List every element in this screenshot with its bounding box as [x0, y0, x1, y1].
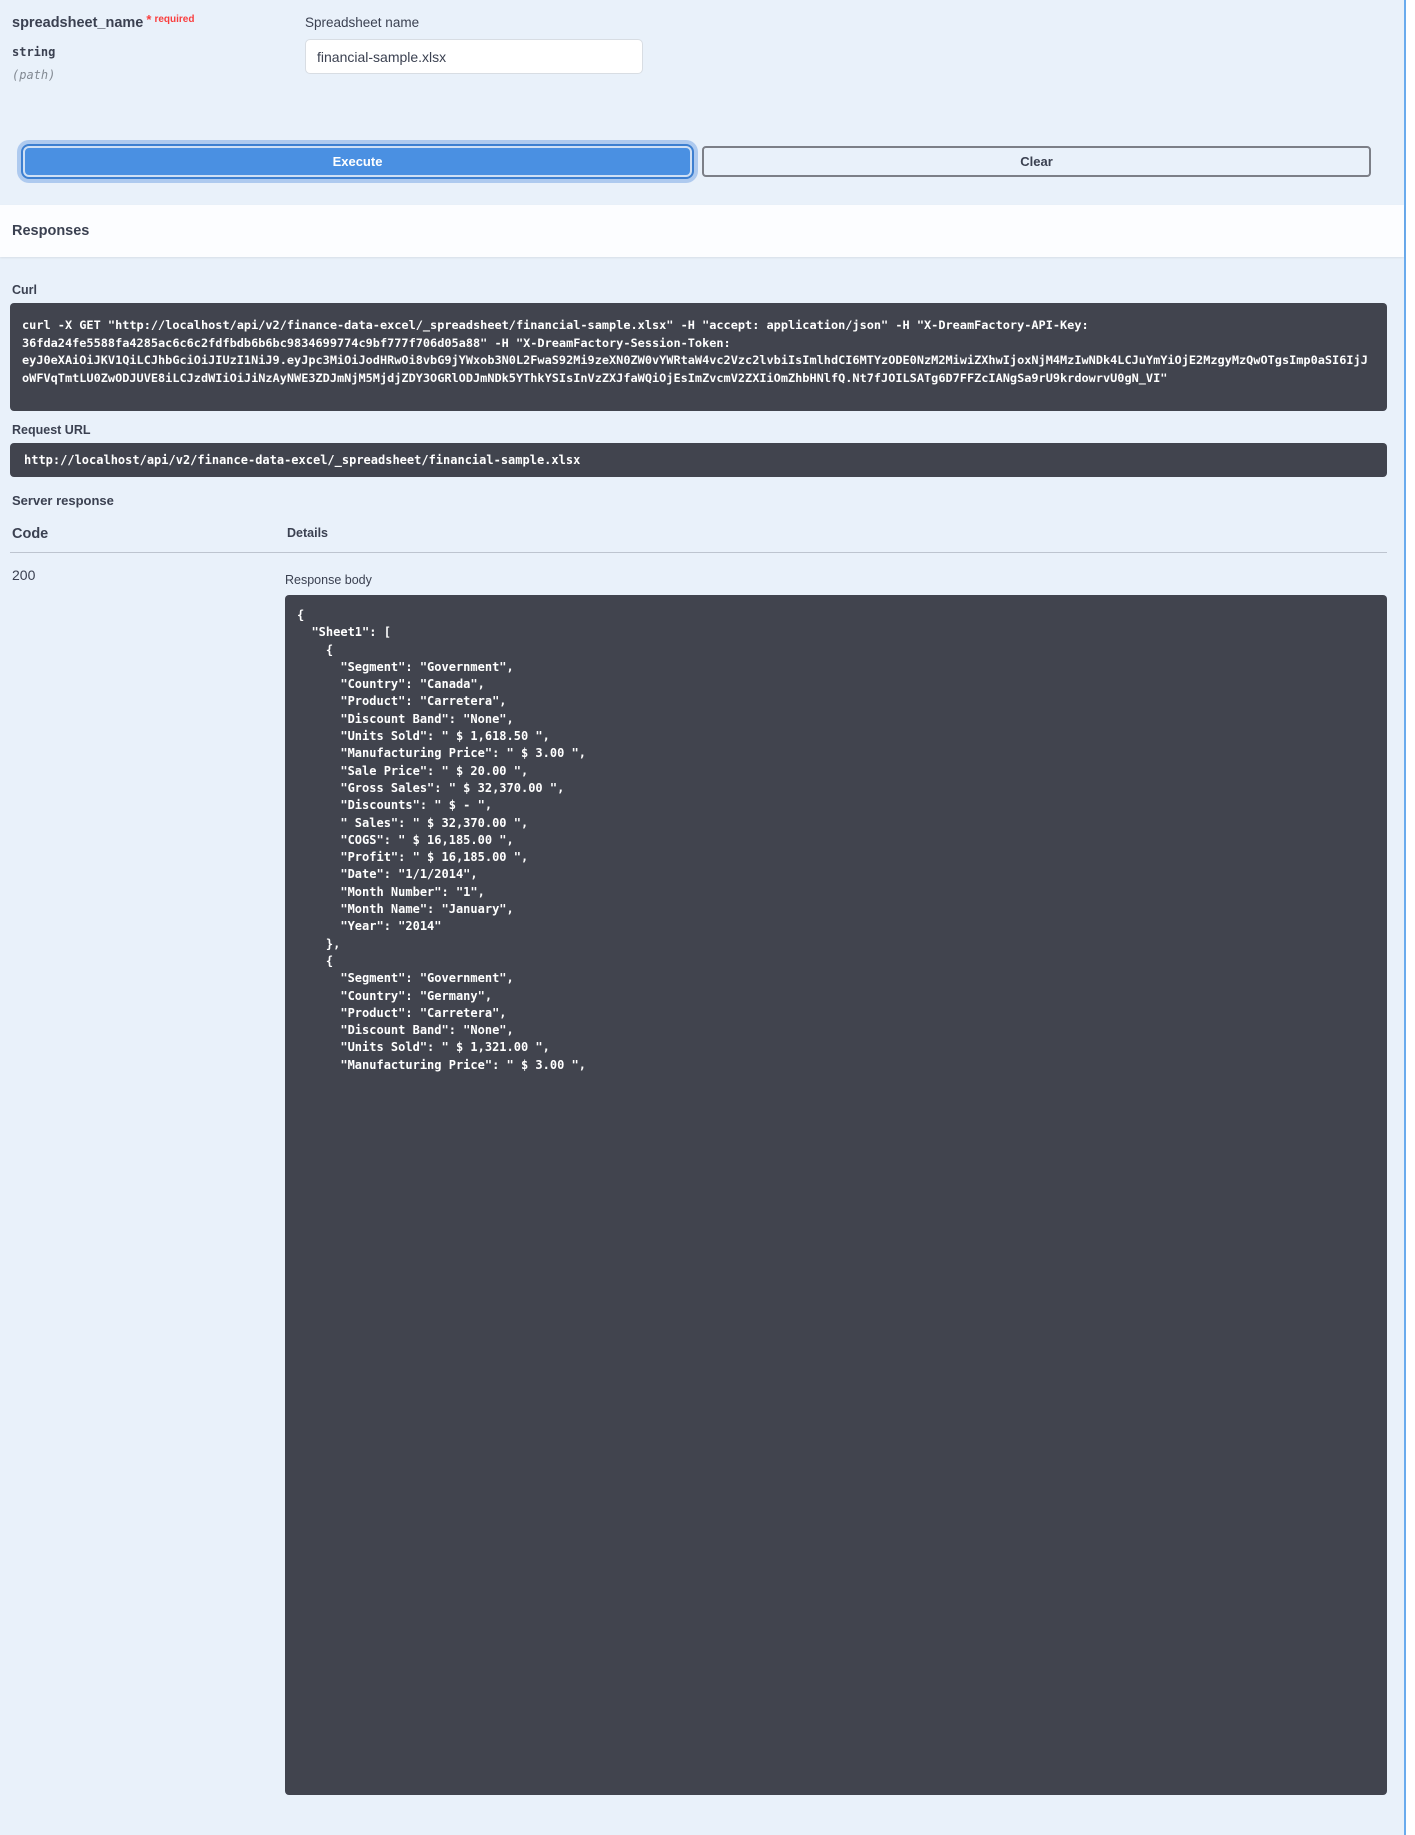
responses-title: Responses	[12, 223, 89, 239]
response-details-cell: Response body { "Sheet1": [ { "Segment":…	[285, 567, 1387, 1795]
parameter-location: (path)	[12, 68, 305, 82]
required-label: required	[154, 14, 194, 25]
response-body-json: { "Sheet1": [ { "Segment": "Government",…	[285, 595, 1387, 1795]
parameter-name-line: spreadsheet_name*required	[12, 14, 305, 32]
server-response-label: Server response	[12, 493, 1387, 508]
response-table-header: Code Details	[10, 526, 1387, 553]
parameter-name: spreadsheet_name	[12, 15, 143, 31]
spreadsheet-name-input[interactable]	[305, 39, 643, 74]
curl-label: Curl	[12, 283, 1387, 297]
details-column-header: Details	[287, 526, 1387, 542]
clear-button[interactable]: Clear	[702, 146, 1371, 177]
responses-body: Curl curl -X GET "http://localhost/api/v…	[0, 283, 1404, 1835]
server-response-table: Code Details 200 Response body { "Sheet1…	[10, 526, 1387, 1795]
parameter-meta: spreadsheet_name*required string (path)	[12, 14, 305, 82]
required-star: *	[146, 12, 151, 27]
request-url-label: Request URL	[12, 423, 1387, 437]
parameters-section: spreadsheet_name*required string (path) …	[0, 0, 1404, 82]
parameter-type: string	[12, 45, 305, 59]
parameter-description-cell: Spreadsheet name	[305, 14, 643, 82]
parameter-description: Spreadsheet name	[305, 15, 643, 30]
status-code: 200	[10, 567, 285, 1795]
curl-command-block: curl -X GET "http://localhost/api/v2/fin…	[10, 303, 1387, 411]
response-body-label: Response body	[285, 573, 1387, 587]
execute-wrapper: Execute Clear	[23, 146, 1371, 177]
execute-button[interactable]: Execute	[23, 146, 692, 177]
responses-section-header: Responses	[0, 205, 1404, 257]
api-operation-block: spreadsheet_name*required string (path) …	[0, 0, 1406, 1835]
code-column-header: Code	[12, 526, 287, 542]
request-url-value: http://localhost/api/v2/finance-data-exc…	[10, 443, 1387, 477]
response-table-row: 200 Response body { "Sheet1": [ { "Segme…	[10, 553, 1387, 1795]
